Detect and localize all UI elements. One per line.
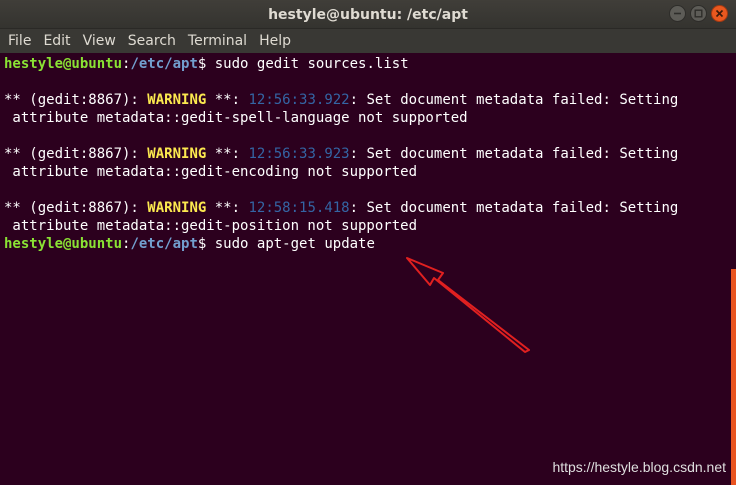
command-text: sudo gedit sources.list: [206, 56, 409, 72]
warning-mid: **:: [206, 146, 249, 162]
minimize-icon: [674, 12, 681, 15]
warning-prefix: ** (gedit:8867):: [4, 200, 148, 216]
warning-level: WARNING: [147, 200, 207, 216]
warning-line: ** (gedit:8867): WARNING **: 12:56:33.92…: [4, 91, 736, 109]
minimize-button[interactable]: [669, 5, 686, 22]
prompt-user-host: hestyle@ubuntu: [4, 236, 123, 252]
warning-continuation: attribute metadata::gedit-encoding not s…: [4, 164, 418, 180]
scrollbar-thumb[interactable]: [731, 269, 736, 485]
close-icon: [715, 9, 724, 18]
prompt-line: hestyle@ubuntu:/etc/apt$ sudo apt-get up…: [4, 235, 736, 253]
warning-message: : Set document metadata failed: Setting: [349, 200, 679, 216]
warning-message: : Set document metadata failed: Setting: [349, 146, 679, 162]
warning-level: WARNING: [147, 92, 207, 108]
menu-search[interactable]: Search: [122, 29, 182, 53]
warning-timestamp: 12:56:33.923: [248, 146, 350, 162]
prompt-path: /etc/apt: [130, 56, 198, 72]
title-bar[interactable]: hestyle@ubuntu: /etc/apt: [0, 0, 736, 29]
warning-line: ** (gedit:8867): WARNING **: 12:58:15.41…: [4, 199, 736, 217]
menu-help[interactable]: Help: [253, 29, 297, 53]
maximize-icon: [694, 9, 703, 18]
warning-prefix: ** (gedit:8867):: [4, 146, 148, 162]
warning-timestamp: 12:56:33.922: [248, 92, 350, 108]
menu-file[interactable]: File: [2, 29, 37, 53]
window-title: hestyle@ubuntu: /etc/apt: [268, 6, 468, 23]
menu-edit[interactable]: Edit: [37, 29, 76, 53]
warning-mid: **:: [206, 92, 249, 108]
prompt-line: hestyle@ubuntu:/etc/apt$ sudo gedit sour…: [4, 55, 736, 73]
window-controls: [669, 5, 728, 22]
warning-continuation: attribute metadata::gedit-spell-language…: [4, 110, 468, 126]
warning-message: : Set document metadata failed: Setting: [349, 92, 679, 108]
close-button[interactable]: [711, 5, 728, 22]
warning-continuation: attribute metadata::gedit-position not s…: [4, 218, 418, 234]
menu-view[interactable]: View: [77, 29, 122, 53]
warning-mid: **:: [206, 200, 249, 216]
menu-bar: File Edit View Search Terminal Help: [0, 29, 736, 53]
warning-level: WARNING: [147, 146, 207, 162]
prompt-path: /etc/apt: [130, 236, 198, 252]
maximize-button[interactable]: [690, 5, 707, 22]
warning-prefix: ** (gedit:8867):: [4, 92, 148, 108]
command-text: sudo apt-get update: [206, 236, 375, 252]
warning-line: ** (gedit:8867): WARNING **: 12:56:33.92…: [4, 145, 736, 163]
menu-terminal[interactable]: Terminal: [182, 29, 253, 53]
watermark-text: https://hestyle.blog.csdn.net: [552, 459, 726, 475]
prompt-user-host: hestyle@ubuntu: [4, 56, 123, 72]
terminal-output[interactable]: hestyle@ubuntu:/etc/apt$ sudo gedit sour…: [0, 53, 736, 485]
warning-timestamp: 12:58:15.418: [248, 200, 350, 216]
